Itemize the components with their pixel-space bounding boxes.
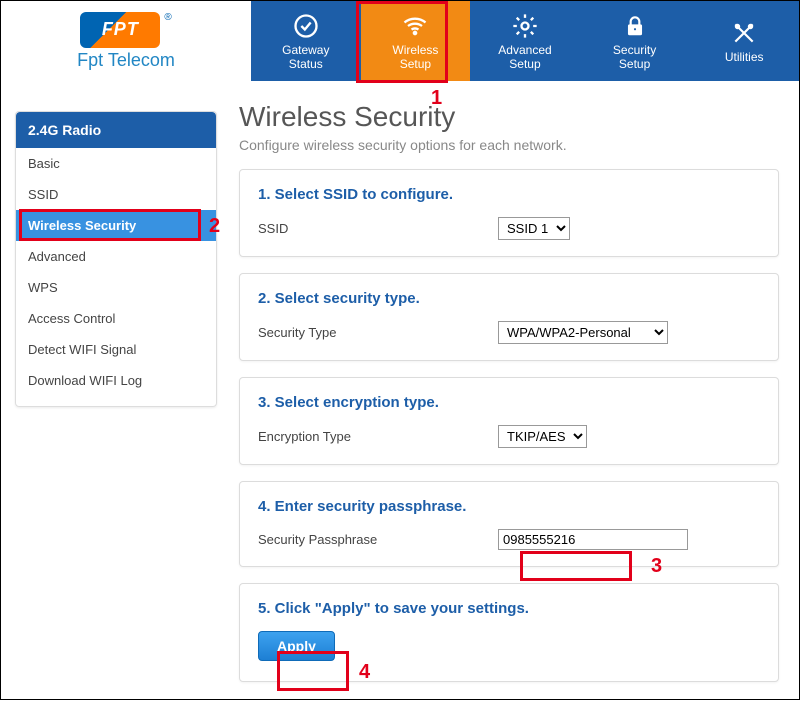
sidebar-item-wps[interactable]: WPS (16, 272, 216, 303)
sidebar: 2.4G Radio Basic SSID Wireless Security … (1, 81, 231, 701)
passphrase-label: Security Passphrase (258, 532, 498, 547)
sidebar-item-download-wifi-log[interactable]: Download WIFI Log (16, 365, 216, 396)
topnav-label: GatewayStatus (282, 43, 329, 71)
main: 2.4G Radio Basic SSID Wireless Security … (1, 81, 799, 701)
page-subtitle: Configure wireless security options for … (239, 137, 779, 153)
registered-icon: ® (164, 12, 171, 23)
sidebar-item-wireless-security[interactable]: Wireless Security (16, 210, 216, 241)
panel-title: 1. Select SSID to configure. (258, 186, 760, 203)
topnav-utilities[interactable]: Utilities (689, 1, 799, 81)
topnav-label: WirelessSetup (392, 43, 438, 71)
logo-area: FPT ® Fpt Telecom (1, 1, 251, 81)
logo-mark: FPT (80, 12, 160, 48)
tools-icon (729, 18, 759, 48)
sidebar-item-ssid[interactable]: SSID (16, 179, 216, 210)
check-circle-icon (291, 11, 321, 41)
content: Wireless Security Configure wireless sec… (231, 81, 799, 701)
topnav-label: SecuritySetup (613, 43, 656, 71)
topnav: GatewayStatus WirelessSetup AdvancedSetu… (251, 1, 799, 81)
gear-icon (510, 11, 540, 41)
sidebar-item-basic[interactable]: Basic (16, 148, 216, 179)
logo-text: Fpt Telecom (77, 50, 175, 71)
header: FPT ® Fpt Telecom GatewayStatus Wireless… (1, 1, 799, 81)
sidebar-item-detect-wifi-signal[interactable]: Detect WIFI Signal (16, 334, 216, 365)
topnav-label: AdvancedSetup (498, 43, 551, 71)
security-type-select[interactable]: WPA/WPA2-Personal (498, 321, 668, 344)
wifi-icon (400, 11, 430, 41)
security-type-label: Security Type (258, 325, 498, 340)
encryption-type-select[interactable]: TKIP/AES (498, 425, 587, 448)
panel-title: 2. Select security type. (258, 290, 760, 307)
logo-mark-text: FPT (102, 19, 139, 40)
panel-title: 3. Select encryption type. (258, 394, 760, 411)
panel-ssid: 1. Select SSID to configure. SSID SSID 1 (239, 169, 779, 257)
panel-title: 4. Enter security passphrase. (258, 498, 760, 515)
lock-icon (620, 11, 650, 41)
sidebar-item-advanced[interactable]: Advanced (16, 241, 216, 272)
topnav-gateway-status[interactable]: GatewayStatus (251, 1, 361, 81)
sidebar-item-access-control[interactable]: Access Control (16, 303, 216, 334)
encryption-type-label: Encryption Type (258, 429, 498, 444)
sidebar-box: 2.4G Radio Basic SSID Wireless Security … (15, 111, 217, 407)
ssid-label: SSID (258, 221, 498, 236)
topnav-advanced-setup[interactable]: AdvancedSetup (470, 1, 580, 81)
panel-apply: 5. Click "Apply" to save your settings. … (239, 583, 779, 682)
passphrase-input[interactable] (498, 529, 688, 550)
panel-title: 5. Click "Apply" to save your settings. (258, 600, 760, 617)
panel-passphrase: 4. Enter security passphrase. Security P… (239, 481, 779, 567)
panel-security-type: 2. Select security type. Security Type W… (239, 273, 779, 361)
topnav-wireless-setup[interactable]: WirelessSetup (361, 1, 471, 81)
panel-encryption-type: 3. Select encryption type. Encryption Ty… (239, 377, 779, 465)
page-title: Wireless Security (239, 101, 779, 133)
apply-button[interactable]: Apply (258, 631, 335, 661)
sidebar-header: 2.4G Radio (16, 112, 216, 148)
topnav-label: Utilities (725, 50, 764, 64)
ssid-select[interactable]: SSID 1 (498, 217, 570, 240)
topnav-security-setup[interactable]: SecuritySetup (580, 1, 690, 81)
